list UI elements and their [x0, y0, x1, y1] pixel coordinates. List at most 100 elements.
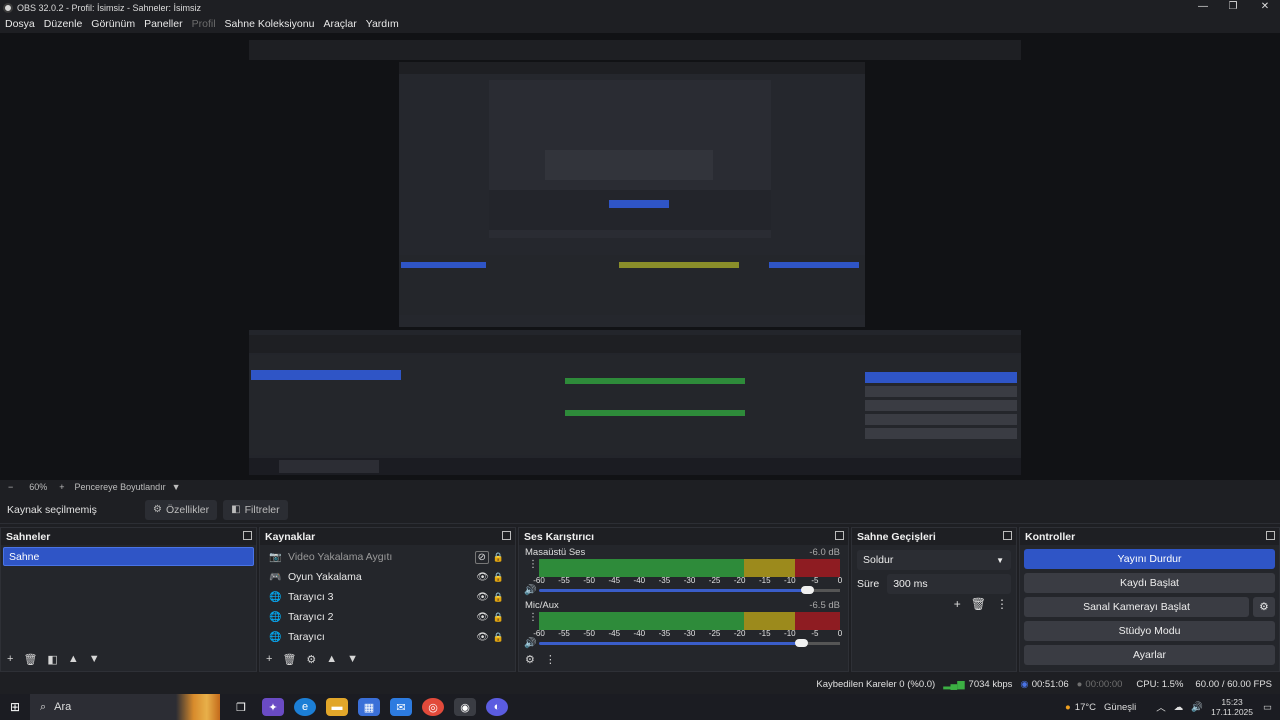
clock[interactable]: 15:23 17.11.2025 — [1211, 697, 1253, 717]
volume-icon[interactable]: 🔊 — [1191, 702, 1203, 713]
menu-profil[interactable]: Profil — [192, 18, 216, 30]
channel-name: Masaüstü Ses — [525, 547, 586, 558]
channel-menu-icon[interactable]: ⋮ — [528, 612, 538, 623]
properties-button[interactable]: ⚙ Özellikler — [145, 499, 218, 520]
lock-icon[interactable]: 🔒 — [493, 572, 504, 583]
trash-icon[interactable]: 🗑 — [282, 653, 296, 666]
undock-icon[interactable] — [835, 531, 844, 540]
duration-spinbox[interactable]: 300 ms — [887, 574, 1011, 594]
speaker-icon[interactable]: 🔊 — [524, 638, 536, 649]
volume-slider[interactable] — [539, 586, 840, 594]
source-item[interactable]: 🎮 Oyun Yakalama 👁 🔒 — [260, 567, 515, 587]
edge-icon[interactable]: e — [294, 698, 316, 716]
fit-window-label[interactable]: Pencereye Boyutlandır — [75, 482, 166, 492]
menu-paneller[interactable]: Paneller — [144, 18, 183, 30]
add-icon[interactable]: + — [7, 653, 13, 665]
status-bar: Kaybedilen Kareler 0 (%0.0) ▂▄▆ 7034 kbp… — [0, 674, 1280, 694]
minimize-button[interactable]: — — [1188, 0, 1218, 15]
scene-item[interactable]: Sahne — [3, 547, 254, 566]
chevron-down-icon[interactable]: ▼ — [172, 482, 181, 492]
close-button[interactable]: ✕ — [1250, 0, 1280, 15]
arrow-up-icon[interactable]: ▲ — [326, 653, 337, 665]
menu-gorunum[interactable]: Görünüm — [91, 18, 135, 30]
undock-icon[interactable] — [1003, 531, 1012, 540]
lock-icon[interactable]: 🔒 — [493, 612, 504, 623]
chrome-icon[interactable]: ◎ — [422, 698, 444, 716]
undock-icon[interactable] — [1266, 531, 1275, 540]
start-record-button[interactable]: Kaydı Başlat — [1024, 573, 1275, 593]
menu-dosya[interactable]: Dosya — [5, 18, 35, 30]
file-explorer-icon[interactable]: ▬ — [326, 698, 348, 716]
volume-slider-handle[interactable] — [794, 639, 808, 647]
studio-mode-button[interactable]: Stüdyo Modu — [1024, 621, 1275, 641]
volume-slider[interactable] — [539, 639, 840, 647]
source-item[interactable]: 🌐 Tarayıcı 👁 🔒 — [260, 627, 515, 647]
store-icon[interactable]: ▦ — [358, 698, 380, 716]
link-gear-icon[interactable]: ⚙ — [525, 653, 535, 666]
controls-header: Kontroller — [1020, 528, 1279, 545]
trash-icon[interactable]: 🗑 — [971, 597, 986, 611]
taskbar-search[interactable]: ⌕ Ara — [30, 694, 220, 720]
menu-sahne-koleksiyonu[interactable]: Sahne Koleksiyonu — [225, 18, 315, 30]
preview-canvas[interactable] — [0, 33, 1280, 480]
tray-chevron-icon[interactable]: ︿ — [1156, 700, 1166, 714]
undock-icon[interactable] — [243, 531, 252, 540]
eye-icon[interactable]: 👁 — [476, 612, 489, 623]
lock-icon[interactable]: 🔒 — [493, 632, 504, 643]
add-icon[interactable]: + — [954, 597, 961, 611]
windows-start-icon[interactable]: ⊞ — [0, 700, 30, 714]
source-item[interactable]: 🌐 Tarayıcı 2 👁 🔒 — [260, 607, 515, 627]
lock-icon[interactable]: 🔒 — [493, 552, 504, 563]
menu-duzenle[interactable]: Düzenle — [44, 18, 83, 30]
source-item-label: Tarayıcı — [288, 631, 325, 643]
more-menu-icon[interactable]: ⋮ — [545, 653, 556, 666]
controls-dock: Kontroller Yayını Durdur Kaydı Başlat Sa… — [1019, 527, 1280, 672]
maximize-button[interactable]: ❐ — [1218, 0, 1248, 15]
filter-icon[interactable]: ◧ — [47, 653, 57, 666]
notification-icon[interactable]: ▭ — [1263, 702, 1272, 713]
menu-araclar[interactable]: Araçlar — [323, 18, 356, 30]
meter-tick-label: -45 — [608, 629, 621, 638]
transition-select[interactable]: Soldur ▼ — [857, 550, 1011, 570]
gear-icon[interactable]: ⚙ — [306, 653, 316, 666]
copilot-icon[interactable]: ✦ — [262, 698, 284, 716]
scenes-toolbar: + 🗑 ◧ ▲ ▼ — [1, 651, 110, 667]
virtual-camera-button[interactable]: Sanal Kamerayı Başlat — [1024, 597, 1249, 617]
mixer-header: Ses Karıştırıcı — [519, 528, 848, 545]
virtual-camera-settings-button[interactable]: ⚙ — [1253, 597, 1275, 617]
task-view-icon[interactable]: ❐ — [230, 698, 252, 716]
window-title: OBS 32.0.2 - Profil: İsimsiz - Sahneler:… — [17, 2, 202, 13]
filters-button[interactable]: ◧ Filtreler — [223, 499, 288, 520]
arrow-up-icon[interactable]: ▲ — [68, 653, 79, 665]
filters-label: Filtreler — [244, 503, 280, 516]
obs-taskbar-icon[interactable]: ◉ — [454, 698, 476, 716]
settings-button[interactable]: Ayarlar — [1024, 645, 1275, 665]
arrow-down-icon[interactable]: ▼ — [347, 653, 358, 665]
add-icon[interactable]: + — [266, 653, 272, 665]
lock-icon[interactable]: 🔒 — [493, 592, 504, 603]
arrow-down-icon[interactable]: ▼ — [89, 653, 100, 665]
cloud-icon[interactable]: ☁ — [1174, 702, 1184, 713]
mixer-channel: Masaüstü Ses -6.0 dB ⋮ -60 -55 -50 -45 -40 -35 -3… — [519, 545, 848, 598]
undock-icon[interactable] — [502, 531, 511, 540]
trash-icon[interactable]: 🗑 — [23, 653, 37, 666]
eye-icon[interactable]: 👁 — [476, 632, 489, 643]
stop-stream-button[interactable]: Yayını Durdur — [1024, 549, 1275, 569]
volume-slider-handle[interactable] — [800, 586, 814, 594]
more-menu-icon[interactable]: ⋮ — [996, 597, 1008, 611]
source-item[interactable]: 📷 Video Yakalama Aygıtı ⊘ 🔒 — [260, 547, 515, 567]
eye-icon[interactable]: 👁 — [476, 572, 489, 583]
speaker-icon[interactable]: 🔊 — [524, 585, 536, 596]
mail-icon[interactable]: ✉ — [390, 698, 412, 716]
source-item[interactable]: 🌐 Tarayıcı 3 👁 🔒 — [260, 587, 515, 607]
source-item-label: Tarayıcı 2 — [288, 611, 334, 623]
filter-icon: ◧ — [231, 504, 241, 515]
audio-mixer-dock: Ses Karıştırıcı Masaüstü Ses -6.0 dB ⋮ -60 -… — [518, 527, 849, 672]
discord-icon[interactable]: ◐ — [486, 698, 508, 716]
channel-menu-icon[interactable]: ⋮ — [528, 559, 538, 570]
eye-hidden-icon[interactable]: ⊘ — [474, 550, 489, 564]
menu-yardim[interactable]: Yardım — [366, 18, 399, 30]
eye-icon[interactable]: 👁 — [476, 592, 489, 603]
zoom-in-button[interactable]: + — [59, 482, 64, 492]
zoom-out-button[interactable]: − — [8, 482, 13, 492]
